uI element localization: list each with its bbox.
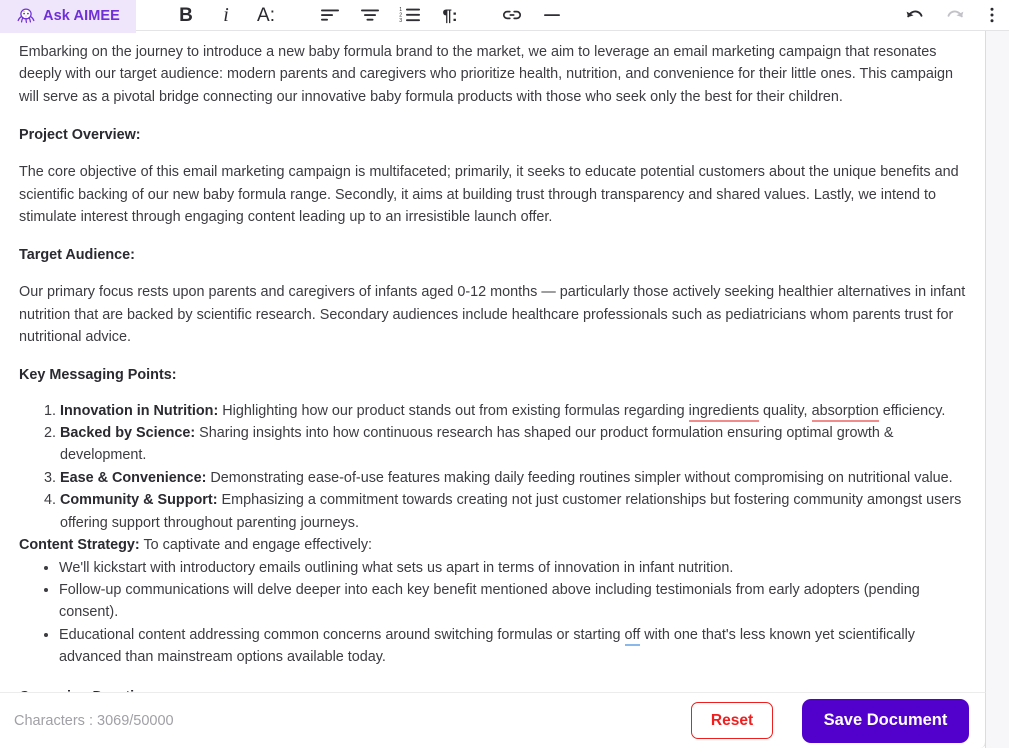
messaging-term: Community & Support: [60, 492, 218, 509]
intro-paragraph: Embarking on the journey to introduce a … [19, 44, 954, 105]
messaging-text-after: efficiency. [878, 402, 946, 419]
bullet-text-before: Educational content addressing common co… [59, 626, 625, 643]
align-left-icon [319, 6, 341, 24]
undo-icon [904, 6, 926, 24]
target-audience-paragraph: Our primary focus rests upon parents and… [19, 284, 966, 346]
horizontal-rule-button[interactable] [532, 0, 572, 31]
content-strategy-list: We'll kickstart with introductory emails… [19, 557, 966, 669]
text-style-icon: A: [257, 4, 275, 26]
content-strategy-label: Content Strategy: [19, 537, 140, 554]
paragraph-format-button[interactable]: ¶: [430, 0, 470, 31]
list-item: Follow-up communications will delve deep… [59, 579, 966, 624]
project-overview-heading: Project Overview: [19, 127, 141, 144]
editor-body-wrap: Embarking on the journey to introduce a … [0, 31, 1009, 748]
history-group [895, 0, 1009, 30]
document-canvas[interactable]: Embarking on the journey to introduce a … [0, 31, 986, 748]
spelling-suggestion-absorption[interactable]: absorption [811, 402, 879, 422]
undo-button[interactable] [895, 0, 935, 31]
insert-link-button[interactable] [492, 0, 532, 31]
more-options-button[interactable] [975, 0, 1009, 31]
align-left-button[interactable] [310, 0, 350, 31]
character-count: Characters : 3069/50000 [14, 712, 174, 729]
messaging-text-middle: quality, [759, 402, 812, 419]
alignment-group: 1 2 3 ¶: [310, 0, 470, 30]
target-audience-heading: Target Audience: [19, 247, 135, 264]
messaging-term: Innovation in Nutrition: [60, 402, 219, 419]
ask-aimee-button[interactable]: Ask AIMEE [0, 0, 136, 33]
toolbar-spacer-3 [470, 0, 492, 30]
key-messaging-list: Innovation in Nutrition: Highlighting ho… [19, 400, 966, 534]
bold-icon: B [179, 4, 193, 26]
toolbar-spacer-1 [136, 0, 166, 30]
key-messaging-heading: Key Messaging Points: [19, 366, 177, 383]
spelling-suggestion-ingredients[interactable]: ingredients [688, 402, 760, 422]
list-item: Educational content addressing common co… [59, 624, 966, 669]
editor-footer: Characters : 3069/50000 Reset Save Docum… [0, 692, 986, 748]
toolbar-spacer-2 [286, 0, 310, 30]
document-editor-app: Ask AIMEE B i A: 1 2 3 ¶: Embarking on t… [0, 0, 1009, 748]
messaging-text-before: Highlighting how our product stands out … [218, 402, 689, 419]
editor-toolbar: Ask AIMEE B i A: 1 2 3 ¶: [0, 0, 1009, 33]
content-strategy-line: Content Strategy: To captivate and engag… [19, 534, 966, 556]
style-suggestion-off[interactable]: off [624, 626, 641, 646]
document-content: Embarking on the journey to introduce a … [19, 41, 966, 708]
align-center-icon [359, 6, 381, 24]
list-item: Community & Support: Emphasizing a commi… [60, 489, 966, 534]
pilcrow-icon: ¶: [442, 5, 458, 25]
redo-button[interactable] [935, 0, 975, 31]
list-item: Ease & Convenience: Demonstrating ease-o… [60, 467, 966, 489]
right-gutter [986, 31, 1009, 748]
link-icon [501, 6, 523, 24]
octopus-ai-icon [16, 6, 36, 26]
messaging-term: Backed by Science: [60, 425, 196, 442]
content-strategy-rest: To captivate and engage effectively: [139, 537, 373, 554]
text-format-group: B i A: [166, 0, 286, 30]
bold-button[interactable]: B [166, 0, 206, 31]
insert-group [492, 0, 572, 30]
toolbar-spring [572, 0, 895, 30]
kebab-menu-icon [989, 6, 995, 24]
list-item: Innovation in Nutrition: Highlighting ho… [60, 400, 966, 422]
svg-text:3: 3 [399, 18, 402, 24]
redo-icon [944, 6, 966, 24]
minus-icon [541, 6, 563, 24]
italic-button[interactable]: i [206, 0, 246, 31]
ask-aimee-label: Ask AIMEE [43, 8, 120, 24]
reset-button[interactable]: Reset [691, 702, 773, 739]
list-item: Backed by Science: Sharing insights into… [60, 422, 966, 467]
list-item: We'll kickstart with introductory emails… [59, 557, 966, 579]
numbered-list-button[interactable]: 1 2 3 [390, 0, 430, 31]
numbered-list-icon: 1 2 3 [398, 6, 422, 24]
project-overview-paragraph: The core objective of this email marketi… [19, 164, 959, 226]
save-document-button[interactable]: Save Document [802, 698, 969, 743]
italic-icon: i [223, 4, 229, 26]
messaging-text: Demonstrating ease-of-use features makin… [206, 469, 953, 486]
messaging-term: Ease & Convenience: [60, 469, 207, 486]
align-center-button[interactable] [350, 0, 390, 31]
text-style-button[interactable]: A: [246, 0, 286, 31]
